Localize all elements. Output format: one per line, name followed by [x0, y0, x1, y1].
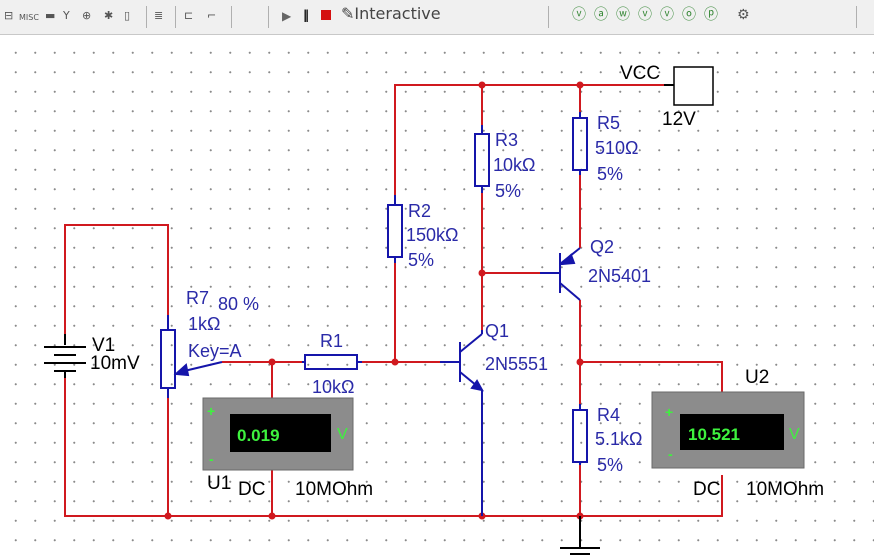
u2-minus: -	[668, 446, 673, 462]
q1-name: Q1	[485, 321, 509, 341]
r4-tolerance: 5%	[597, 455, 623, 475]
u2-name: U2	[745, 367, 769, 388]
u2-multimeter[interactable]: 10.521 V + -	[651, 391, 805, 469]
r5-tolerance: 5%	[597, 164, 623, 184]
v1-value: 10mV	[90, 353, 140, 374]
u2-impedance: 10MOhm	[746, 479, 824, 500]
u2-reading: 10.521	[688, 425, 740, 444]
r4-name: R4	[597, 405, 620, 425]
r7-key: Key=A	[188, 341, 242, 361]
r3-tolerance: 5%	[495, 181, 521, 201]
r2-value: 150kΩ	[406, 225, 459, 245]
u1-multimeter[interactable]: 0.019 V + -	[202, 397, 354, 471]
vcc-source[interactable]: VCC 12V	[620, 63, 714, 130]
r2-name: R2	[408, 201, 431, 221]
wire-u2-plus	[580, 361, 723, 392]
u2-unit: V	[789, 426, 800, 443]
u1-mode: DC	[238, 479, 265, 500]
r7-value: 1kΩ	[188, 314, 220, 334]
u1-reading: 0.019	[237, 426, 280, 445]
q2-name: Q2	[590, 237, 614, 257]
u1-plus: +	[207, 403, 215, 419]
r7-name: R7	[186, 288, 209, 308]
r4-resistor[interactable]	[572, 404, 588, 465]
r1-name: R1	[320, 331, 343, 351]
u2-plus: +	[665, 404, 673, 420]
r3-value: 10kΩ	[493, 155, 535, 175]
r5-value: 510Ω	[595, 138, 639, 158]
v1-battery[interactable]	[44, 334, 86, 378]
q2-part: 2N5401	[588, 266, 651, 286]
r2-resistor[interactable]	[387, 195, 403, 263]
r1-resistor[interactable]	[302, 354, 362, 370]
schematic: VCC 12V V1 10mV R7 80 % 1kΩ Key=A R1 10k…	[44, 63, 824, 555]
r5-resistor[interactable]	[572, 112, 588, 175]
q1-part: 2N5551	[485, 354, 548, 374]
u2-mode: DC	[693, 479, 720, 500]
r2-tolerance: 5%	[408, 250, 434, 270]
r7-percent: 80 %	[218, 294, 259, 314]
u1-unit: V	[337, 426, 348, 443]
wire-v1-top	[64, 224, 169, 334]
vcc-label: VCC	[620, 63, 660, 84]
q2-transistor[interactable]	[540, 247, 581, 301]
r3-resistor[interactable]	[474, 125, 490, 193]
r5-name: R5	[597, 113, 620, 133]
r1-value: 10kΩ	[312, 377, 354, 397]
u1-name: U1	[207, 473, 231, 494]
ground-symbol	[560, 516, 600, 555]
r3-name: R3	[495, 130, 518, 150]
q1-transistor[interactable]	[440, 330, 484, 516]
r4-value: 5.1kΩ	[595, 429, 642, 449]
u1-impedance: 10MOhm	[295, 479, 373, 500]
vcc-value: 12V	[662, 109, 696, 130]
u1-minus: -	[209, 451, 214, 467]
